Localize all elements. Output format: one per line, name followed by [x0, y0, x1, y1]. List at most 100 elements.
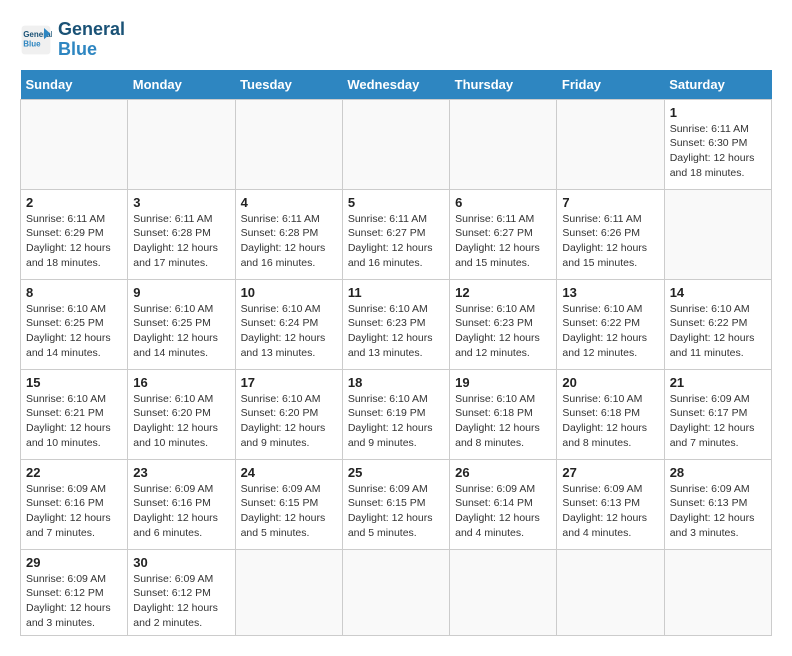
- calendar-cell: 19Sunrise: 6:10 AM Sunset: 6:18 PM Dayli…: [450, 369, 557, 459]
- day-number: 12: [455, 285, 551, 300]
- day-info: Sunrise: 6:09 AM Sunset: 6:15 PM Dayligh…: [348, 482, 444, 541]
- day-number: 25: [348, 465, 444, 480]
- calendar-cell: 3Sunrise: 6:11 AM Sunset: 6:28 PM Daylig…: [128, 189, 235, 279]
- calendar-cell: 30 Sunrise: 6:09 AM Sunset: 6:12 PM Dayli…: [128, 549, 235, 636]
- day-number: 1: [670, 105, 766, 120]
- day-number: 6: [455, 195, 551, 210]
- day-number: 2: [26, 195, 122, 210]
- empty-cell: [128, 99, 235, 189]
- calendar-cell: 5 Sunrise: 6:11 AM Sunset: 6:27 PM Daylig…: [342, 189, 449, 279]
- calendar-cell: 24Sunrise: 6:09 AM Sunset: 6:15 PM Dayli…: [235, 459, 342, 549]
- day-info: Sunrise: 6:09 AM Sunset: 6:12 PM Dayligh…: [26, 572, 122, 631]
- day-info: Sunrise: 6:10 AM Sunset: 6:20 PM Dayligh…: [241, 392, 337, 451]
- calendar-cell: 2 Sunrise: 6:11 AM Sunset: 6:29 PM Daylig…: [21, 189, 128, 279]
- calendar-cell: 25 Sunrise: 6:09 AM Sunset: 6:15 PM Dayli…: [342, 459, 449, 549]
- day-info: Sunrise: 6:11 AM Sunset: 6:28 PM Dayligh…: [133, 212, 229, 271]
- day-number: 11: [348, 285, 444, 300]
- day-info: Sunrise: 6:09 AM Sunset: 6:17 PM Dayligh…: [670, 392, 766, 451]
- calendar-cell: 21 Sunrise: 6:09 AM Sunset: 6:17 PM Dayli…: [664, 369, 771, 459]
- day-info: Sunrise: 6:11 AM Sunset: 6:30 PM Dayligh…: [670, 122, 766, 181]
- day-number: 8: [26, 285, 122, 300]
- day-info: Sunrise: 6:11 AM Sunset: 6:26 PM Dayligh…: [562, 212, 658, 271]
- calendar-cell: 14 Sunrise: 6:10 AM Sunset: 6:22 PM Dayli…: [664, 279, 771, 369]
- day-number: 10: [241, 285, 337, 300]
- day-number: 7: [562, 195, 658, 210]
- day-info: Sunrise: 6:10 AM Sunset: 6:20 PM Dayligh…: [133, 392, 229, 451]
- day-info: Sunrise: 6:10 AM Sunset: 6:18 PM Dayligh…: [562, 392, 658, 451]
- calendar-cell: 26 Sunrise: 6:09 AM Sunset: 6:14 PM Dayli…: [450, 459, 557, 549]
- day-number: 18: [348, 375, 444, 390]
- day-info: Sunrise: 6:10 AM Sunset: 6:22 PM Dayligh…: [562, 302, 658, 361]
- calendar-row: 22Sunrise: 6:09 AM Sunset: 6:16 PM Dayli…: [21, 459, 772, 549]
- day-info: Sunrise: 6:10 AM Sunset: 6:23 PM Dayligh…: [455, 302, 551, 361]
- calendar-cell: [342, 549, 449, 636]
- calendar-cell: 9 Sunrise: 6:10 AM Sunset: 6:25 PM Daylig…: [128, 279, 235, 369]
- day-number: 14: [670, 285, 766, 300]
- calendar-cell: 1 Sunrise: 6:11 AM Sunset: 6:30 PM Daylig…: [664, 99, 771, 189]
- day-header-friday: Friday: [557, 70, 664, 100]
- day-info: Sunrise: 6:09 AM Sunset: 6:14 PM Dayligh…: [455, 482, 551, 541]
- calendar-cell: 18 Sunrise: 6:10 AM Sunset: 6:19 PM Dayli…: [342, 369, 449, 459]
- day-info: Sunrise: 6:10 AM Sunset: 6:18 PM Dayligh…: [455, 392, 551, 451]
- day-number: 15: [26, 375, 122, 390]
- day-info: Sunrise: 6:11 AM Sunset: 6:27 PM Dayligh…: [455, 212, 551, 271]
- day-number: 9: [133, 285, 229, 300]
- day-number: 13: [562, 285, 658, 300]
- calendar-cell: 12 Sunrise: 6:10 AM Sunset: 6:23 PM Dayli…: [450, 279, 557, 369]
- svg-text:Blue: Blue: [23, 39, 41, 48]
- day-number: 28: [670, 465, 766, 480]
- calendar-cell: 15 Sunrise: 6:10 AM Sunset: 6:21 PM Dayli…: [21, 369, 128, 459]
- calendar-table: SundayMondayTuesdayWednesdayThursdayFrid…: [20, 70, 772, 637]
- header-row: SundayMondayTuesdayWednesdayThursdayFrid…: [21, 70, 772, 100]
- calendar-cell: [235, 549, 342, 636]
- day-info: Sunrise: 6:10 AM Sunset: 6:25 PM Dayligh…: [26, 302, 122, 361]
- day-info: Sunrise: 6:09 AM Sunset: 6:16 PM Dayligh…: [133, 482, 229, 541]
- empty-cell: [557, 99, 664, 189]
- calendar-row: 29 Sunrise: 6:09 AM Sunset: 6:12 PM Dayli…: [21, 549, 772, 636]
- page-header: General Blue General Blue: [20, 20, 772, 60]
- calendar-cell: 17 Sunrise: 6:10 AM Sunset: 6:20 PM Dayli…: [235, 369, 342, 459]
- day-info: Sunrise: 6:09 AM Sunset: 6:12 PM Dayligh…: [133, 572, 229, 631]
- day-info: Sunrise: 6:11 AM Sunset: 6:28 PM Dayligh…: [241, 212, 337, 271]
- day-info: Sunrise: 6:10 AM Sunset: 6:25 PM Dayligh…: [133, 302, 229, 361]
- day-number: 4: [241, 195, 337, 210]
- empty-cell: [21, 99, 128, 189]
- day-info: Sunrise: 6:10 AM Sunset: 6:22 PM Dayligh…: [670, 302, 766, 361]
- day-number: 24: [241, 465, 337, 480]
- day-number: 26: [455, 465, 551, 480]
- day-number: 27: [562, 465, 658, 480]
- logo-text: General Blue: [58, 20, 125, 60]
- day-number: 29: [26, 555, 122, 570]
- calendar-cell: 6 Sunrise: 6:11 AM Sunset: 6:27 PM Daylig…: [450, 189, 557, 279]
- calendar-cell: [664, 189, 771, 279]
- calendar-cell: 16 Sunrise: 6:10 AM Sunset: 6:20 PM Dayli…: [128, 369, 235, 459]
- day-info: Sunrise: 6:10 AM Sunset: 6:23 PM Dayligh…: [348, 302, 444, 361]
- calendar-row: 1 Sunrise: 6:11 AM Sunset: 6:30 PM Daylig…: [21, 99, 772, 189]
- day-info: Sunrise: 6:11 AM Sunset: 6:29 PM Dayligh…: [26, 212, 122, 271]
- day-info: Sunrise: 6:10 AM Sunset: 6:19 PM Dayligh…: [348, 392, 444, 451]
- day-header-saturday: Saturday: [664, 70, 771, 100]
- calendar-cell: 10 Sunrise: 6:10 AM Sunset: 6:24 PM Dayli…: [235, 279, 342, 369]
- day-info: Sunrise: 6:10 AM Sunset: 6:24 PM Dayligh…: [241, 302, 337, 361]
- calendar-cell: [664, 549, 771, 636]
- calendar-cell: 27Sunrise: 6:09 AM Sunset: 6:13 PM Dayli…: [557, 459, 664, 549]
- day-number: 30: [133, 555, 229, 570]
- day-info: Sunrise: 6:09 AM Sunset: 6:16 PM Dayligh…: [26, 482, 122, 541]
- day-number: 16: [133, 375, 229, 390]
- calendar-cell: 7 Sunrise: 6:11 AM Sunset: 6:26 PM Daylig…: [557, 189, 664, 279]
- day-number: 21: [670, 375, 766, 390]
- day-number: 23: [133, 465, 229, 480]
- logo: General Blue General Blue: [20, 20, 125, 60]
- day-header-wednesday: Wednesday: [342, 70, 449, 100]
- calendar-cell: 4 Sunrise: 6:11 AM Sunset: 6:28 PM Daylig…: [235, 189, 342, 279]
- calendar-cell: 22Sunrise: 6:09 AM Sunset: 6:16 PM Dayli…: [21, 459, 128, 549]
- day-header-tuesday: Tuesday: [235, 70, 342, 100]
- calendar-cell: [557, 549, 664, 636]
- day-info: Sunrise: 6:10 AM Sunset: 6:21 PM Dayligh…: [26, 392, 122, 451]
- calendar-row: 2 Sunrise: 6:11 AM Sunset: 6:29 PM Daylig…: [21, 189, 772, 279]
- day-info: Sunrise: 6:11 AM Sunset: 6:27 PM Dayligh…: [348, 212, 444, 271]
- day-number: 17: [241, 375, 337, 390]
- day-number: 5: [348, 195, 444, 210]
- calendar-cell: 11 Sunrise: 6:10 AM Sunset: 6:23 PM Dayli…: [342, 279, 449, 369]
- calendar-cell: [450, 549, 557, 636]
